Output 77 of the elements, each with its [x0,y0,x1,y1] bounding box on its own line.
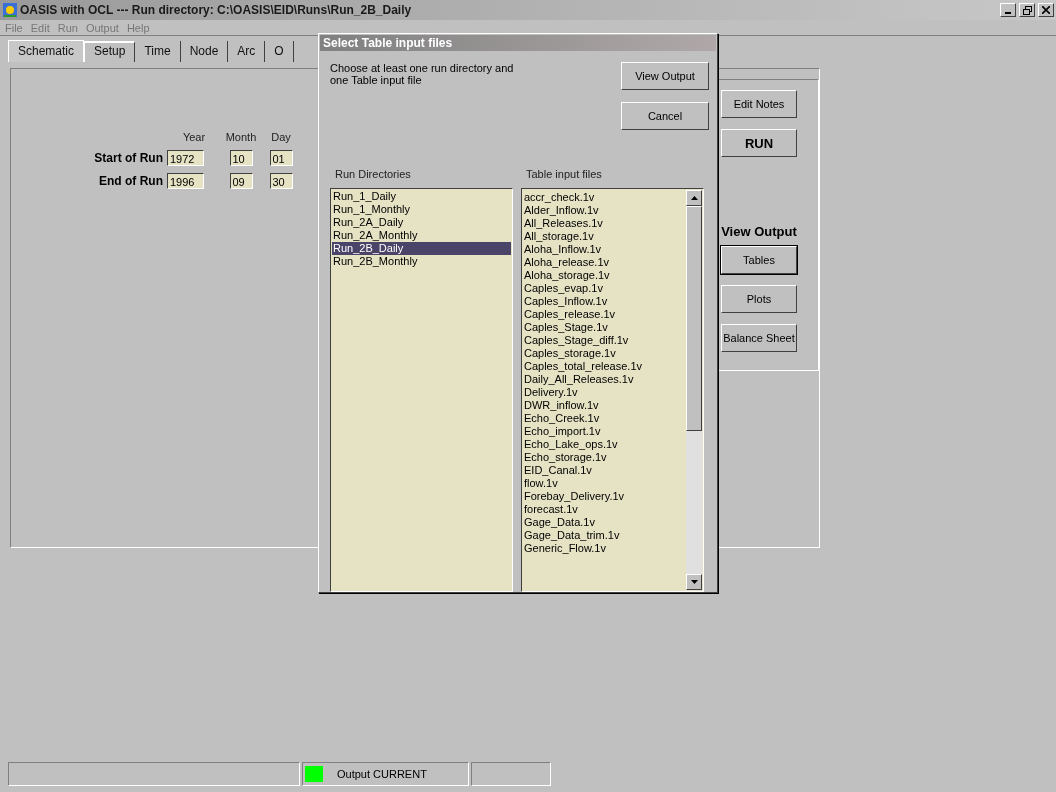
list-item[interactable]: Run_2B_Daily [332,242,511,255]
list-item[interactable]: Echo_import.1v [523,425,686,438]
list-item[interactable]: Generic_Flow.1v [523,542,686,555]
scroll-thumb[interactable] [686,206,702,431]
list-item[interactable]: Echo_Creek.1v [523,412,686,425]
list-item[interactable]: Run_1_Daily [332,190,511,203]
tab[interactable]: Node [180,41,229,62]
row-label: Start of Run [93,151,164,165]
list-item[interactable]: forecast.1v [523,503,686,516]
window-title: OASIS with OCL --- Run directory: C:\OASIS\EID\Runs\Run_2B_Daily [20,3,412,17]
list-item[interactable]: Caples_Stage_diff.1v [523,334,686,347]
list-item[interactable]: accr_check.1v [523,191,686,204]
minimize-button[interactable] [1000,3,1016,17]
restore-button[interactable] [1019,3,1035,17]
scrollbar[interactable] [686,190,702,590]
list-item[interactable]: Run_1_Monthly [332,203,511,216]
tab[interactable]: Schematic [8,40,85,62]
day-field[interactable]: 30 [269,173,293,189]
month-field[interactable]: 09 [229,173,253,189]
tab[interactable]: O [265,41,294,62]
day-field[interactable]: 01 [269,150,293,166]
dialog-button[interactable]: View Output [621,62,709,90]
list-item[interactable]: Gage_Data.1v [523,516,686,529]
list-item[interactable]: Caples_Stage.1v [523,321,686,334]
list-item[interactable]: Caples_release.1v [523,308,686,321]
list-item[interactable]: flow.1v [523,477,686,490]
dialog-title: Select Table input files [320,35,716,51]
instructions: Choose at least one run directory and one Table input file [330,62,515,88]
list-item[interactable]: Run_2A_Monthly [332,229,511,242]
column-header: Year [181,131,207,143]
month-field[interactable]: 10 [229,150,253,166]
tab[interactable]: Time [135,41,181,62]
list-item[interactable]: Run_2B_Monthly [332,255,511,268]
list-item[interactable]: Aloha_storage.1v [523,269,686,282]
list-item[interactable]: Caples_storage.1v [523,347,686,360]
up-arrow-icon [690,196,698,200]
row-label: End of Run [98,174,164,188]
app-icon [3,3,17,17]
list-item[interactable]: Caples_evap.1v [523,282,686,295]
list-item[interactable]: Run_2A_Daily [332,216,511,229]
output-button[interactable]: Balance Sheet [721,324,797,352]
down-arrow-icon [690,580,698,584]
edit-notes-button[interactable]: Edit Notes [721,90,797,118]
year-field[interactable]: 1996 [167,173,204,189]
close-button[interactable] [1038,3,1054,17]
list-item[interactable]: Caples_Inflow.1v [523,295,686,308]
output-button[interactable]: Plots [721,285,797,313]
tab[interactable]: Setup [84,41,136,62]
column-header: Month [224,131,258,143]
list-item[interactable]: All_storage.1v [523,230,686,243]
list-item[interactable]: DWR_inflow.1v [523,399,686,412]
list-item[interactable]: Echo_storage.1v [523,451,686,464]
tab[interactable]: Arc [228,41,266,62]
list-item[interactable]: Aloha_release.1v [523,256,686,269]
run-button[interactable]: RUN [721,129,797,157]
scroll-down-button[interactable] [686,574,702,590]
list-item[interactable]: EID_Canal.1v [523,464,686,477]
scroll-up-button[interactable] [686,190,702,206]
column-header: Day [270,131,292,143]
list-item[interactable]: Delivery.1v [523,386,686,399]
list-item[interactable]: Gage_Data_trim.1v [523,529,686,542]
list-item[interactable]: Echo_Lake_ops.1v [523,438,686,451]
close-icon [1042,6,1050,14]
list-item[interactable]: Forebay_Delivery.1v [523,490,686,503]
list-item[interactable]: Aloha_Inflow.1v [523,243,686,256]
list-label: Table input files [525,168,603,182]
dialog-button[interactable]: Cancel [621,102,709,130]
list-item[interactable]: Caples_total_release.1v [523,360,686,373]
list-label: Run Directories [334,168,412,182]
list-item[interactable]: Alder_Inflow.1v [523,204,686,217]
list-item[interactable]: Daily_All_Releases.1v [523,373,686,386]
year-field[interactable]: 1972 [167,150,204,166]
section-label: View Output [721,224,797,239]
restore-icon [1022,5,1032,15]
list-item[interactable]: All_Releases.1v [523,217,686,230]
output-button[interactable]: Tables [721,246,797,274]
status-text: Output CURRENT [337,768,427,780]
